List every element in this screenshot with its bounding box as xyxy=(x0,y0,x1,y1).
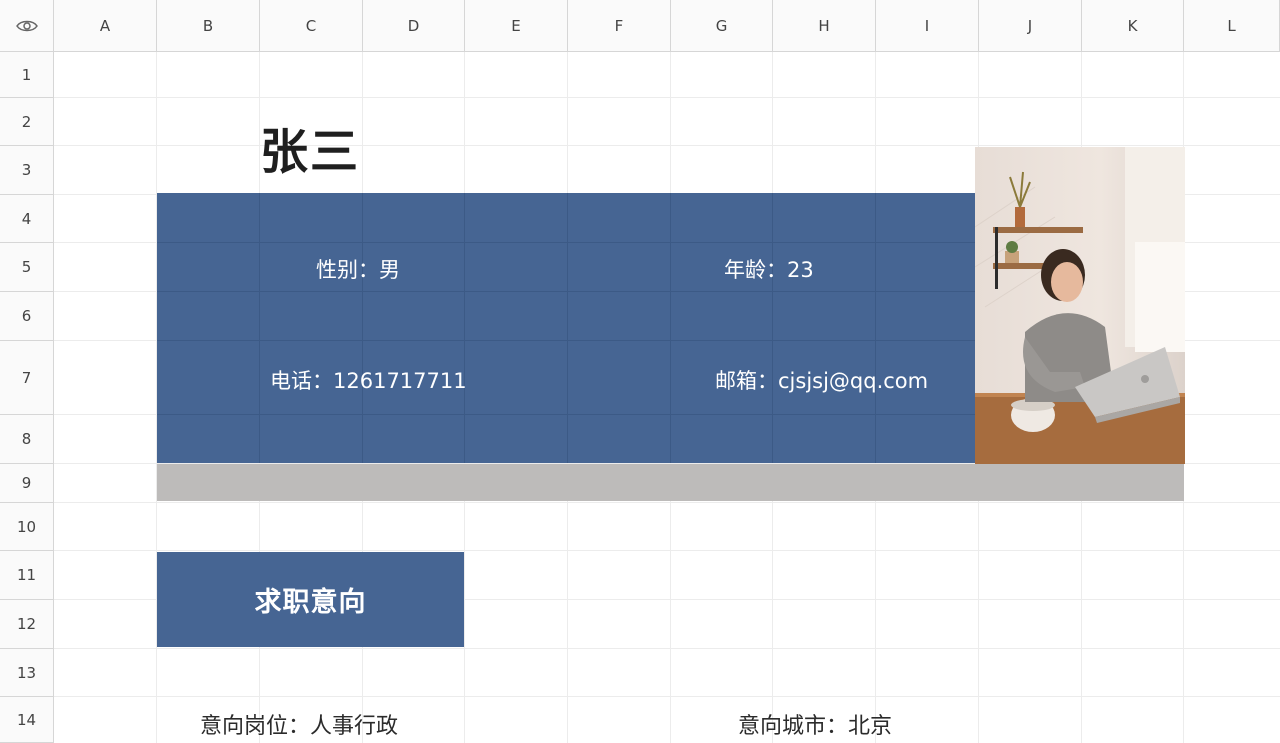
intended-position[interactable]: 意向岗位：人事行政 xyxy=(200,708,398,740)
row-header-9[interactable]: 9 xyxy=(0,464,54,503)
email-cell[interactable]: 邮箱：cjsjsj@qq.com xyxy=(715,365,928,395)
row-header-5[interactable]: 5 xyxy=(0,243,54,292)
column-header-l[interactable]: L xyxy=(1184,0,1280,52)
row-header-4[interactable]: 4 xyxy=(0,195,54,243)
select-all-corner[interactable] xyxy=(0,0,54,52)
grid-line xyxy=(54,502,1280,503)
column-header-a[interactable]: A xyxy=(54,0,157,52)
column-header-e[interactable]: E xyxy=(465,0,568,52)
grid-line xyxy=(54,648,1280,649)
grid-line xyxy=(54,97,1280,98)
row-header-1[interactable]: 1 xyxy=(0,52,54,98)
row-header-12[interactable]: 12 xyxy=(0,600,54,649)
row-header-11[interactable]: 11 xyxy=(0,551,54,600)
resume-name[interactable]: 张三 xyxy=(260,112,360,182)
row-header-6[interactable]: 6 xyxy=(0,292,54,341)
column-header-d[interactable]: D xyxy=(363,0,465,52)
eye-icon[interactable] xyxy=(15,19,38,33)
grid-line xyxy=(54,696,1280,697)
column-header-j[interactable]: J xyxy=(979,0,1082,52)
column-header-h[interactable]: H xyxy=(773,0,876,52)
row-header-2[interactable]: 2 xyxy=(0,98,54,146)
info-panel xyxy=(157,193,976,463)
column-header-k[interactable]: K xyxy=(1082,0,1184,52)
row-header-10[interactable]: 10 xyxy=(0,503,54,551)
divider-bar xyxy=(157,464,1184,501)
intended-city[interactable]: 意向城市：北京 xyxy=(738,708,892,740)
age-cell[interactable]: 年龄：23 xyxy=(724,254,814,284)
row-header-13[interactable]: 13 xyxy=(0,649,54,697)
column-header-c[interactable]: C xyxy=(260,0,363,52)
row-header-3[interactable]: 3 xyxy=(0,146,54,195)
row-header-7[interactable]: 7 xyxy=(0,341,54,415)
column-header-g[interactable]: G xyxy=(671,0,773,52)
gender-cell[interactable]: 性别：男 xyxy=(316,254,400,284)
grid-line xyxy=(54,145,1280,146)
profile-photo[interactable] xyxy=(975,147,1185,464)
spreadsheet: A B C D E F G H I J K L 1 2 3 4 5 6 7 8 … xyxy=(0,0,1280,743)
grid-line xyxy=(54,550,1280,551)
column-header-f[interactable]: F xyxy=(568,0,671,52)
row-header-14[interactable]: 14 xyxy=(0,697,54,743)
column-header-i[interactable]: I xyxy=(876,0,979,52)
column-header-b[interactable]: B xyxy=(157,0,260,52)
job-intention-header[interactable]: 求职意向 xyxy=(157,552,464,647)
row-header-8[interactable]: 8 xyxy=(0,415,54,464)
phone-cell[interactable]: 电话：1261717711 xyxy=(270,365,467,395)
